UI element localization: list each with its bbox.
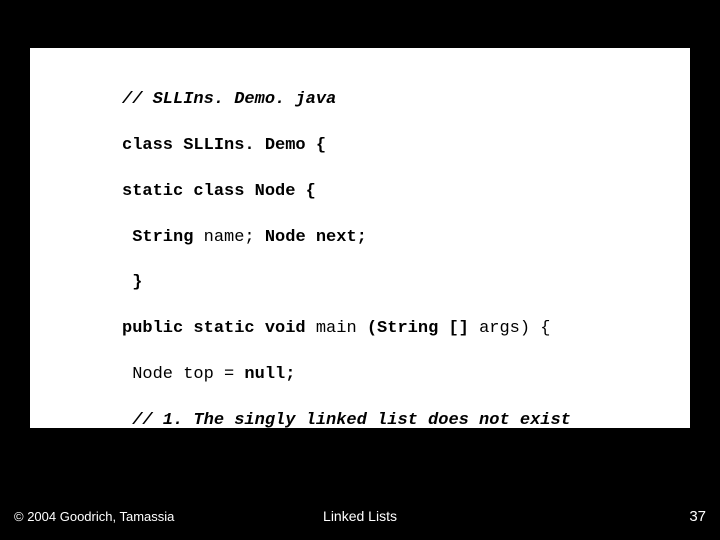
code-token: null; — [244, 365, 295, 384]
code-token: public static void — [122, 319, 316, 338]
slide: // SLLIns. Demo. java class SLLIns. Demo… — [0, 0, 720, 540]
code-token: top = — [122, 457, 183, 476]
code-line: static class Node { — [122, 182, 316, 201]
code-comment: // 1. The singly linked list does not ex… — [122, 411, 571, 430]
code-token: Node next; — [265, 228, 367, 247]
footer: © 2004 Goodrich, Tamassia Linked Lists 3… — [14, 506, 706, 526]
code-token: name; — [204, 228, 265, 247]
code-box: // SLLIns. Demo. java class SLLIns. Demo… — [30, 48, 690, 428]
code-token: String — [122, 228, 204, 247]
code-token: new Node (); — [183, 457, 305, 476]
code-comment: // SLLIns. Demo. java — [122, 90, 336, 109]
code-line: class SLLIns. Demo { — [122, 136, 326, 155]
code-line: } — [122, 273, 142, 292]
code-token: Node top = — [122, 365, 244, 384]
code-token: (String [] — [367, 319, 479, 338]
code-token: args) { — [479, 319, 550, 338]
code-block: // SLLIns. Demo. java class SLLIns. Demo… — [122, 66, 670, 540]
page-number: 37 — [689, 508, 706, 525]
code-token: main — [316, 319, 367, 338]
copyright: © 2004 Goodrich, Tamassia — [14, 509, 174, 524]
slide-title: Linked Lists — [323, 508, 397, 524]
